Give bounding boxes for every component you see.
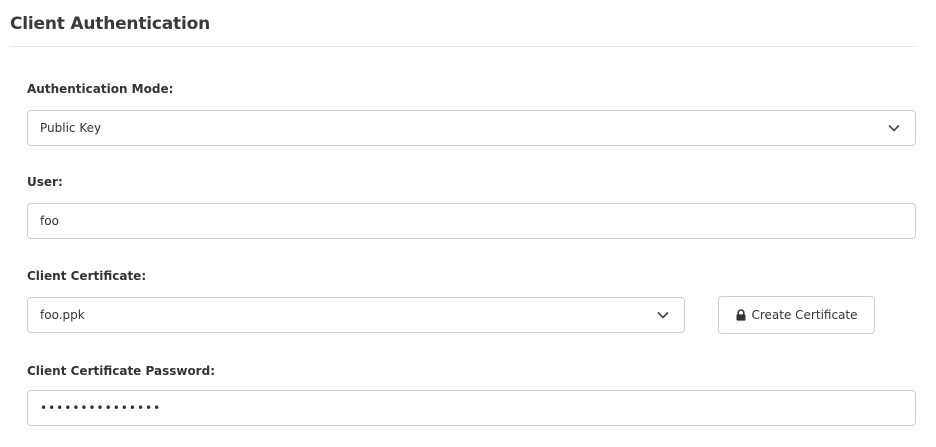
- section-title: Client Authentication: [10, 14, 210, 34]
- auth-mode-label: Authentication Mode:: [27, 82, 174, 96]
- certificate-password-label: Client Certificate Password:: [27, 364, 215, 378]
- user-input[interactable]: foo: [27, 203, 916, 239]
- user-input-value: foo: [40, 214, 59, 228]
- user-label: User:: [27, 175, 63, 189]
- client-certificate-value: foo.ppk: [40, 308, 85, 322]
- certificate-password-input[interactable]: •••••••••••••••: [27, 390, 916, 426]
- chevron-down-icon: [879, 124, 909, 132]
- certificate-password-value: •••••••••••••••: [40, 401, 162, 415]
- auth-mode-value: Public Key: [40, 121, 102, 135]
- client-certificate-label: Client Certificate:: [27, 269, 147, 283]
- section-divider: [10, 46, 916, 47]
- lock-icon: [735, 309, 747, 321]
- client-certificate-select[interactable]: foo.ppk: [27, 297, 685, 333]
- create-certificate-button[interactable]: Create Certificate: [718, 296, 875, 334]
- auth-mode-select[interactable]: Public Key: [27, 110, 916, 146]
- chevron-down-icon: [648, 311, 678, 319]
- create-certificate-label: Create Certificate: [751, 308, 858, 322]
